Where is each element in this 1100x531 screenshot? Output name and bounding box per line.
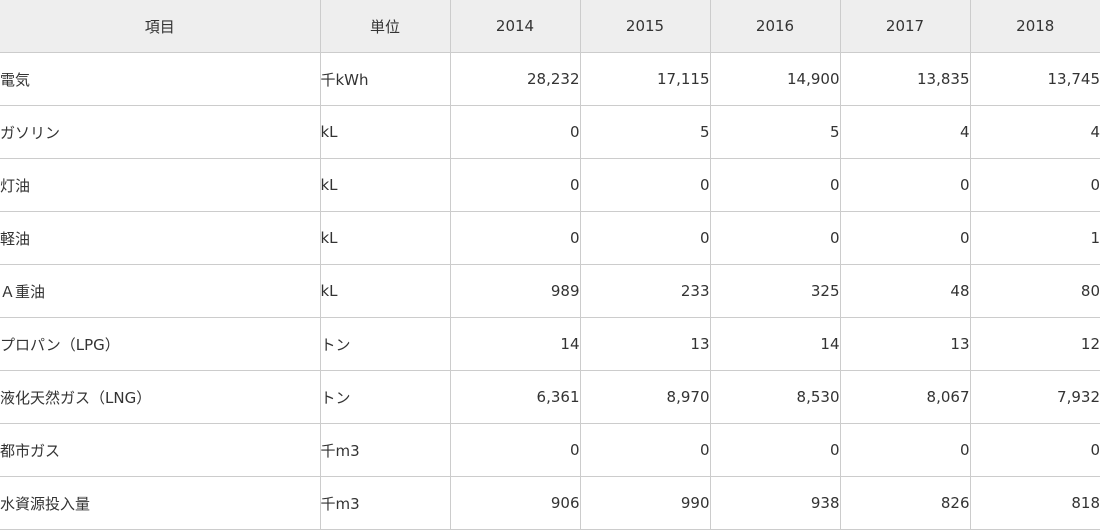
row-item-label: ガソリン (0, 105, 321, 159)
row-value-2018: 1 (969, 211, 1100, 265)
row-unit: 千kWh (319, 52, 451, 106)
row-item-label: 灯油 (0, 158, 321, 212)
row-value-2017: 4 (839, 105, 971, 159)
row-value-2015: 0 (579, 211, 711, 265)
energy-table: 項目 単位 2014 2015 2016 2017 2018 電気 千kWh 28,… (0, 0, 1100, 530)
row-value-2015: 0 (579, 158, 711, 212)
row-value-2016: 938 (709, 476, 841, 530)
row-value-2017: 0 (839, 211, 971, 265)
row-value-2017: 8,067 (839, 370, 971, 424)
table-row: 電気 千kWh 28,232 17,115 14,900 13,835 13,745 (0, 52, 1100, 106)
row-item-label: 軽油 (0, 211, 321, 265)
row-unit: トン (319, 370, 451, 424)
row-value-2014: 906 (449, 476, 581, 530)
header-item: 項目 (0, 0, 321, 53)
row-value-2018: 13,745 (969, 52, 1100, 106)
row-value-2015: 233 (579, 264, 711, 318)
row-value-2018: 4 (969, 105, 1100, 159)
row-value-2017: 48 (839, 264, 971, 318)
row-value-2018: 80 (969, 264, 1100, 318)
row-item-label: 水資源投入量 (0, 476, 321, 530)
header-unit: 単位 (319, 0, 451, 53)
row-value-2016: 0 (709, 211, 841, 265)
row-item-label: 都市ガス (0, 423, 321, 477)
table-row: Ａ重油 kL 989 233 325 48 80 (0, 264, 1100, 318)
row-value-2015: 990 (579, 476, 711, 530)
row-value-2015: 0 (579, 423, 711, 477)
row-item-label: プロパン（LPG） (0, 317, 321, 371)
row-value-2014: 0 (449, 158, 581, 212)
row-value-2018: 12 (969, 317, 1100, 371)
row-unit: kL (319, 264, 451, 318)
row-item-label: 液化天然ガス（LNG） (0, 370, 321, 424)
row-unit: kL (319, 211, 451, 265)
table-header: 項目 単位 2014 2015 2016 2017 2018 (0, 0, 1100, 53)
row-value-2017: 826 (839, 476, 971, 530)
row-item-label: Ａ重油 (0, 264, 321, 318)
header-year-2017: 2017 (839, 0, 971, 53)
row-value-2017: 13,835 (839, 52, 971, 106)
table-row: 都市ガス 千m3 0 0 0 0 0 (0, 423, 1100, 477)
row-value-2014: 28,232 (449, 52, 581, 106)
table-body: 電気 千kWh 28,232 17,115 14,900 13,835 13,745 ガソリン… (0, 52, 1100, 530)
row-value-2017: 0 (839, 158, 971, 212)
row-value-2016: 0 (709, 158, 841, 212)
table-row: 灯油 kL 0 0 0 0 0 (0, 158, 1100, 212)
table-row: プロパン（LPG） トン 14 13 14 13 12 (0, 317, 1100, 371)
row-value-2015: 13 (579, 317, 711, 371)
header-year-2014: 2014 (449, 0, 581, 53)
row-value-2018: 818 (969, 476, 1100, 530)
row-unit: トン (319, 317, 451, 371)
table-row: 軽油 kL 0 0 0 0 1 (0, 211, 1100, 265)
row-value-2016: 14 (709, 317, 841, 371)
row-value-2016: 14,900 (709, 52, 841, 106)
table-row: ガソリン kL 0 5 5 4 4 (0, 105, 1100, 159)
row-value-2014: 0 (449, 105, 581, 159)
row-value-2016: 0 (709, 423, 841, 477)
row-unit: kL (319, 158, 451, 212)
row-value-2015: 8,970 (579, 370, 711, 424)
row-value-2018: 0 (969, 423, 1100, 477)
row-value-2014: 6,361 (449, 370, 581, 424)
row-value-2014: 989 (449, 264, 581, 318)
header-year-2015: 2015 (579, 0, 711, 53)
row-value-2014: 0 (449, 423, 581, 477)
row-value-2014: 0 (449, 211, 581, 265)
header-year-2018: 2018 (969, 0, 1100, 53)
row-value-2015: 17,115 (579, 52, 711, 106)
row-value-2016: 8,530 (709, 370, 841, 424)
row-value-2016: 5 (709, 105, 841, 159)
row-unit: 千m3 (319, 423, 451, 477)
row-value-2016: 325 (709, 264, 841, 318)
row-unit: kL (319, 105, 451, 159)
header-row: 項目 単位 2014 2015 2016 2017 2018 (0, 0, 1100, 53)
row-item-label: 電気 (0, 52, 321, 106)
row-unit: 千m3 (319, 476, 451, 530)
row-value-2018: 0 (969, 158, 1100, 212)
table-row: 水資源投入量 千m3 906 990 938 826 818 (0, 476, 1100, 530)
row-value-2015: 5 (579, 105, 711, 159)
table-row: 液化天然ガス（LNG） トン 6,361 8,970 8,530 8,067 7,932 (0, 370, 1100, 424)
row-value-2017: 13 (839, 317, 971, 371)
row-value-2017: 0 (839, 423, 971, 477)
row-value-2018: 7,932 (969, 370, 1100, 424)
header-year-2016: 2016 (709, 0, 841, 53)
row-value-2014: 14 (449, 317, 581, 371)
